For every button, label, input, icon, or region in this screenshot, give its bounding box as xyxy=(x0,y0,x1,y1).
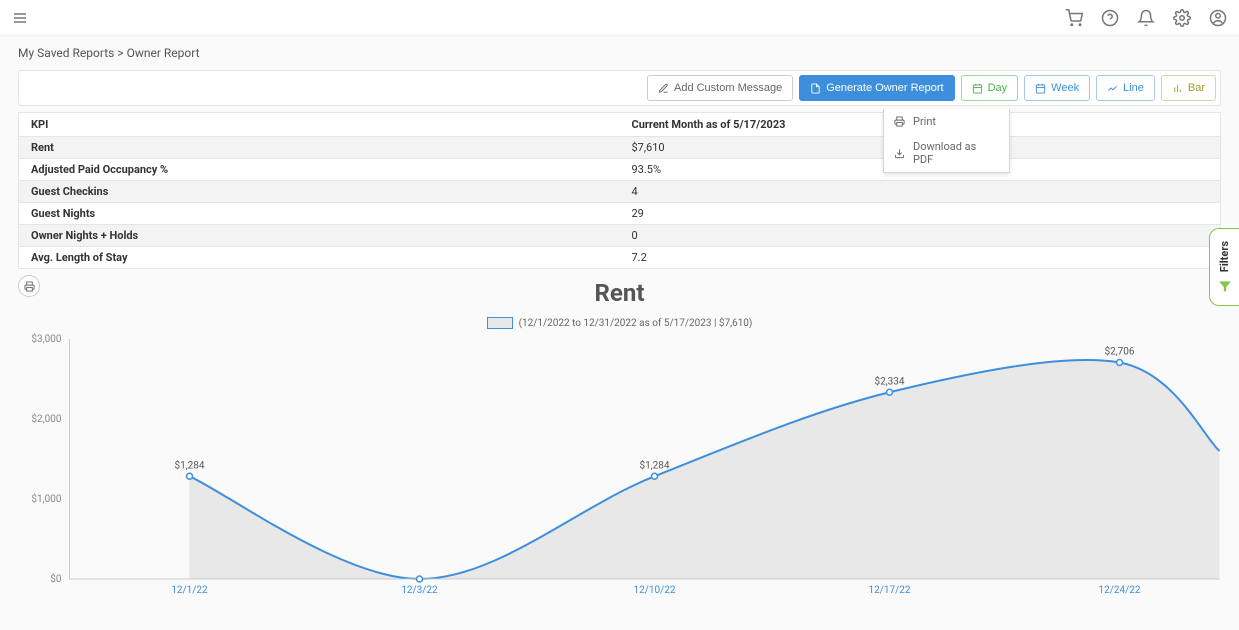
svg-text:12/1/22: 12/1/22 xyxy=(171,585,208,596)
generate-report-dropdown: Print Download as PDF xyxy=(883,109,1010,173)
button-label: Generate Owner Report xyxy=(826,82,943,94)
download-pdf-menu-item[interactable]: Download as PDF xyxy=(884,134,1009,172)
svg-text:$1,284: $1,284 xyxy=(639,458,669,471)
button-label: Bar xyxy=(1188,82,1205,94)
svg-text:12/24/22: 12/24/22 xyxy=(1099,585,1141,596)
kpi-label: Guest Nights xyxy=(19,203,620,225)
button-label: Week xyxy=(1051,82,1079,94)
table-header-kpi: KPI xyxy=(19,113,620,137)
gear-icon[interactable] xyxy=(1173,9,1191,27)
menu-item-label: Download as PDF xyxy=(913,140,999,166)
cart-icon[interactable] xyxy=(1065,9,1083,27)
kpi-label: Avg. Length of Stay xyxy=(19,247,620,269)
filters-tab[interactable]: Filters xyxy=(1209,228,1239,306)
week-button[interactable]: Week xyxy=(1024,75,1090,101)
kpi-label: Guest Checkins xyxy=(19,181,620,203)
table-row: Guest Checkins4 xyxy=(19,181,1221,203)
kpi-label: Rent xyxy=(19,137,620,159)
print-menu-item[interactable]: Print xyxy=(884,109,1009,134)
filters-label: Filters xyxy=(1218,241,1231,272)
menu-item-label: Print xyxy=(913,115,936,128)
button-label: Add Custom Message xyxy=(674,82,782,94)
legend-text: (12/1/2022 to 12/31/2022 as of 5/17/2023… xyxy=(519,318,753,329)
bell-icon[interactable] xyxy=(1137,9,1155,27)
kpi-value: 4 xyxy=(620,181,1221,203)
kpi-label: Owner Nights + Holds xyxy=(19,225,620,247)
svg-text:12/17/22: 12/17/22 xyxy=(869,585,911,596)
button-label: Line xyxy=(1123,82,1144,94)
svg-text:$2,706: $2,706 xyxy=(1104,345,1134,358)
hamburger-menu-icon[interactable] xyxy=(12,10,28,26)
table-row: Avg. Length of Stay7.2 xyxy=(19,247,1221,269)
report-toolbar: Add Custom Message Generate Owner Report… xyxy=(18,70,1221,106)
help-icon[interactable] xyxy=(1101,9,1119,27)
rent-line-chart: $0 $1,000 $2,000 $3,000 $1,284 12/1/22 12/3/22… xyxy=(18,329,1221,604)
kpi-table: KPI Current Month as of 5/17/2023 Rent$7… xyxy=(18,112,1221,269)
button-label: Day xyxy=(988,82,1008,94)
chart-legend: (12/1/2022 to 12/31/2022 as of 5/17/2023… xyxy=(18,317,1221,329)
breadcrumb: My Saved Reports > Owner Report xyxy=(0,36,1239,70)
table-row: Guest Nights29 xyxy=(19,203,1221,225)
chart-title: Rent xyxy=(18,279,1221,307)
svg-text:$2,000: $2,000 xyxy=(31,412,61,425)
table-row: Adjusted Paid Occupancy %93.5% xyxy=(19,159,1221,181)
table-row: Rent$7,610 xyxy=(19,137,1221,159)
breadcrumb-parent[interactable]: My Saved Reports xyxy=(18,46,114,60)
table-row: Owner Nights + Holds0 xyxy=(19,225,1221,247)
breadcrumb-sep: > xyxy=(117,46,123,60)
svg-text:$1,284: $1,284 xyxy=(174,458,204,471)
svg-text:12/3/22: 12/3/22 xyxy=(401,585,438,596)
kpi-value: 7.2 xyxy=(620,247,1221,269)
kpi-label: Adjusted Paid Occupancy % xyxy=(19,159,620,181)
svg-text:$2,334: $2,334 xyxy=(874,374,904,387)
topbar xyxy=(0,0,1239,36)
svg-text:12/10/22: 12/10/22 xyxy=(634,585,676,596)
breadcrumb-current: Owner Report xyxy=(127,46,200,60)
svg-text:$3,000: $3,000 xyxy=(31,332,61,345)
svg-text:$0: $0 xyxy=(50,572,62,585)
kpi-value: 29 xyxy=(620,203,1221,225)
legend-swatch xyxy=(487,317,513,329)
generate-owner-report-button[interactable]: Generate Owner Report xyxy=(799,75,954,101)
line-chart-button[interactable]: Line xyxy=(1096,75,1155,101)
day-button[interactable]: Day xyxy=(961,75,1019,101)
kpi-value: 0 xyxy=(620,225,1221,247)
add-custom-message-button[interactable]: Add Custom Message xyxy=(647,75,793,101)
bar-chart-button[interactable]: Bar xyxy=(1161,75,1216,101)
user-icon[interactable] xyxy=(1209,9,1227,27)
svg-text:$1,000: $1,000 xyxy=(31,492,61,505)
